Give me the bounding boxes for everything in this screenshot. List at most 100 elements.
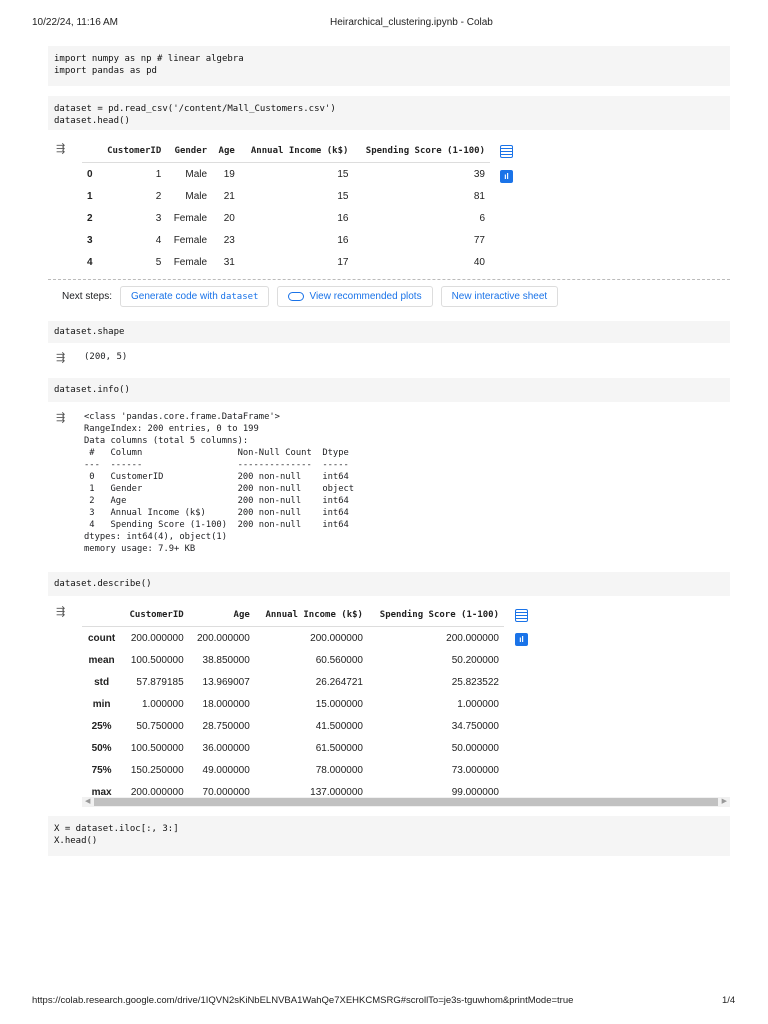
- row-index: min: [92, 698, 111, 710]
- output-toggle-icon[interactable]: ⇶: [56, 142, 74, 155]
- code-cell-read-csv[interactable]: dataset = pd.read_csv('/content/Mall_Cus…: [48, 96, 730, 130]
- table-cell: 200.000000: [196, 632, 250, 644]
- suggest-charts-icon[interactable]: ıl: [500, 170, 513, 183]
- head-dataframe: CustomerID Gender Age Annual Income (k$) Spe…: [82, 140, 490, 273]
- row-index: mean: [88, 654, 115, 666]
- table-cell: 16: [337, 212, 349, 224]
- table-cell: 200.000000: [446, 632, 499, 644]
- table-cell: 31: [223, 256, 235, 268]
- table-cell: 200.000000: [310, 632, 363, 644]
- column-header: [82, 140, 99, 163]
- column-header: Annual Income (k$): [239, 140, 354, 163]
- divider: [48, 279, 730, 280]
- table-cell: 15.000000: [315, 698, 363, 710]
- row-index: 0: [87, 168, 93, 180]
- table-cell: 25.823522: [451, 676, 499, 688]
- row-index: std: [94, 676, 110, 688]
- table-cell: 16: [337, 234, 349, 246]
- shape-output: (200, 5): [84, 352, 128, 362]
- table-cell: 1: [155, 168, 162, 180]
- next-steps-label: Next steps:: [62, 291, 113, 302]
- table-cell: 18.000000: [202, 698, 250, 710]
- table-cell: Male: [185, 168, 208, 180]
- table-cell: 15: [337, 190, 349, 202]
- table-row: std 57.879185 13.969007 26.264721 25.823522: [82, 671, 504, 693]
- table-cell: 13.969007: [202, 676, 250, 688]
- info-output: <class 'pandas.core.frame.DataFrame'> Ra…: [84, 412, 355, 554]
- table-row: 1 2 Male 21 15 81: [82, 185, 490, 207]
- table-cell: 50.200000: [451, 654, 499, 666]
- table-cell: 19: [223, 168, 235, 180]
- table-cell: 2: [155, 190, 162, 202]
- print-title: Heirarchical_clustering.ipynb - Colab: [330, 17, 493, 28]
- header-row: CustomerID Age Annual Income (k$) Spending …: [82, 604, 504, 627]
- table-cell: 34.750000: [451, 720, 499, 732]
- table-cell: 3: [155, 212, 162, 224]
- table-row: 25% 50.750000 28.750000 41.500000 34.750000: [82, 715, 504, 737]
- column-header: Annual Income (k$): [254, 604, 368, 627]
- describe-dataframe: CustomerID Age Annual Income (k$) Spending …: [82, 604, 504, 803]
- code-cell-info[interactable]: dataset.info(): [48, 378, 730, 402]
- table-cell: 1.000000: [457, 698, 499, 710]
- table-cell: 17: [337, 256, 349, 268]
- plots-label: View recommended plots: [309, 291, 422, 302]
- table-row: mean 100.500000 38.850000 60.560000 50.20000…: [82, 649, 504, 671]
- table-row: 75% 150.250000 49.000000 78.000000 73.000000: [82, 759, 504, 781]
- table-cell: 15: [337, 168, 349, 180]
- table-row: 0 1 Male 19 15 39: [82, 163, 490, 186]
- table-cell: Male: [185, 190, 208, 202]
- output-toggle-icon[interactable]: ⇶: [56, 411, 74, 424]
- row-index: 50%: [91, 742, 112, 754]
- scroll-left-icon[interactable]: ◀: [85, 797, 90, 805]
- table-cell: 60.560000: [315, 654, 363, 666]
- table-cell: 78.000000: [315, 764, 363, 776]
- table-cell: 49.000000: [202, 764, 250, 776]
- code-cell-shape[interactable]: dataset.shape: [48, 321, 730, 343]
- code-cell-imports[interactable]: import numpy as np # linear algebra impo…: [48, 46, 730, 86]
- table-cell: 200.000000: [130, 632, 184, 644]
- row-index: 4: [87, 256, 93, 268]
- table-cell: 23: [223, 234, 235, 246]
- generate-var: dataset: [220, 292, 259, 302]
- horizontal-scrollbar[interactable]: ◀ ▶: [82, 797, 730, 807]
- table-cell: 150.250000: [130, 764, 184, 776]
- column-header: Age: [212, 140, 240, 163]
- table-cell: 1.000000: [141, 698, 184, 710]
- header-row: CustomerID Gender Age Annual Income (k$) Spe…: [82, 140, 490, 163]
- table-cell: 100.500000: [130, 654, 184, 666]
- generate-label: Generate code with: [131, 291, 221, 302]
- table-cell: 81: [473, 190, 485, 202]
- table-cell: 40: [473, 256, 485, 268]
- generate-code-button[interactable]: Generate code with dataset: [120, 286, 270, 307]
- scrollbar-thumb[interactable]: [94, 798, 718, 806]
- table-cell: 39: [473, 168, 485, 180]
- table-row: min 1.000000 18.000000 15.000000 1.000000: [82, 693, 504, 715]
- code-cell-iloc[interactable]: X = dataset.iloc[:, 3:] X.head(): [48, 816, 730, 856]
- code-cell-describe[interactable]: dataset.describe(): [48, 572, 730, 596]
- view-plots-button[interactable]: View recommended plots: [277, 286, 433, 307]
- scroll-right-icon[interactable]: ▶: [722, 797, 727, 805]
- table-row: count 200.000000 200.000000 200.000000 200.0…: [82, 627, 504, 650]
- table-cell: 50.000000: [451, 742, 499, 754]
- convert-to-table-icon[interactable]: [500, 145, 513, 158]
- row-index: count: [87, 632, 116, 644]
- output-toggle-icon[interactable]: ⇶: [56, 605, 74, 618]
- row-index: 2: [87, 212, 93, 224]
- output-toggle-icon[interactable]: ⇶: [56, 351, 74, 364]
- table-row: 50% 100.500000 36.000000 61.500000 50.000000: [82, 737, 504, 759]
- table-cell: 73.000000: [451, 764, 499, 776]
- convert-to-table-icon[interactable]: [515, 609, 528, 622]
- suggest-charts-icon[interactable]: ıl: [515, 633, 528, 646]
- table-row: 4 5 Female 31 17 40: [82, 251, 490, 273]
- table-cell: 6: [479, 212, 485, 224]
- new-sheet-button[interactable]: New interactive sheet: [440, 286, 559, 307]
- next-steps-bar: Next steps: Generate code with dataset V…: [62, 286, 559, 307]
- row-index: 25%: [91, 720, 112, 732]
- row-index: 75%: [91, 764, 112, 776]
- column-header: Age: [188, 604, 255, 627]
- print-datetime: 10/22/24, 11:16 AM: [32, 17, 118, 28]
- table-cell: Female: [173, 256, 208, 268]
- column-header: Spending Score (1-100): [367, 604, 504, 627]
- table-cell: 61.500000: [315, 742, 363, 754]
- table-cell: 26.264721: [315, 676, 363, 688]
